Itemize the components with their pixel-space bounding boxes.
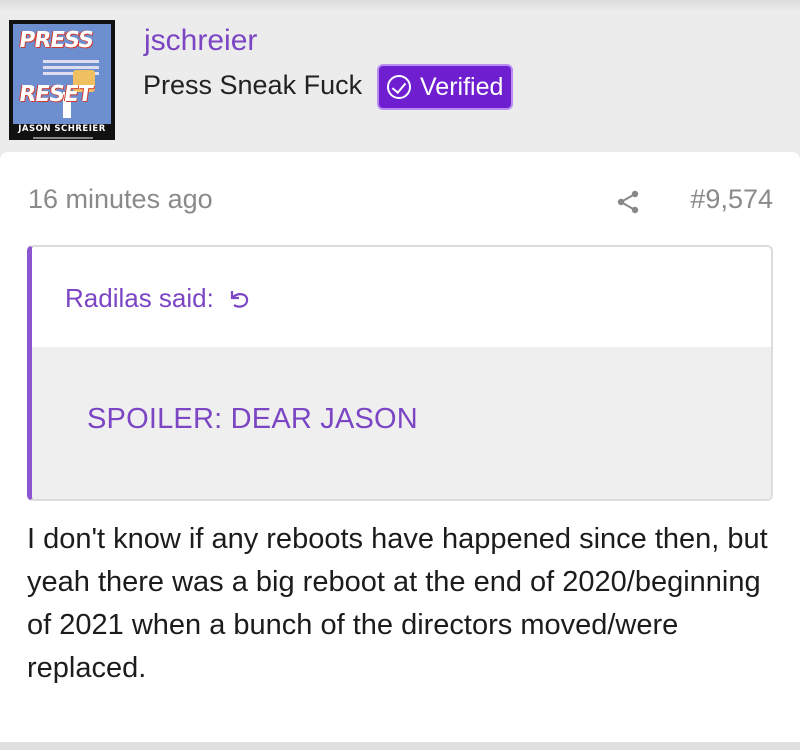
quote-block: Radilas said: SPOILER: DEAR JASON [27,245,773,501]
avatar-subtitle-lines [43,60,99,63]
post-timestamp[interactable]: 16 minutes ago [28,184,213,215]
post-header: PRESS RESET JASON SCHREIER jschreier Pre… [0,12,800,152]
user-title: Press Sneak Fuck [143,70,363,100]
quote-author-label: Radilas said: [65,283,214,313]
top-edge [0,0,800,12]
avatar-author: JASON SCHREIER [18,124,106,134]
bottom-edge [0,742,800,750]
verified-badge: Verified [377,64,513,110]
spoiler-button[interactable]: SPOILER: DEAR JASON [87,403,418,436]
avatar-tagline [33,137,93,139]
share-icon[interactable] [614,188,642,216]
avatar-word-bottom: RESET [17,82,94,107]
reply-arrow-icon[interactable] [228,288,252,310]
avatar-word-top: PRESS [17,28,95,53]
post-body-text: I don't know if any reboots have happene… [27,523,768,684]
quote-author-link[interactable]: Radilas said: [65,283,252,314]
verified-badge-label: Verified [420,72,504,101]
post-card: 16 minutes ago #9,574 Radilas said: SPOI… [0,152,800,742]
quote-header: Radilas said: [32,247,771,347]
check-circle-icon [387,75,411,99]
username-link[interactable]: jschreier [144,24,257,58]
post-number-link[interactable]: #9,574 [690,184,773,215]
quote-body: SPOILER: DEAR JASON [32,347,771,499]
avatar[interactable]: PRESS RESET JASON SCHREIER [9,20,115,140]
